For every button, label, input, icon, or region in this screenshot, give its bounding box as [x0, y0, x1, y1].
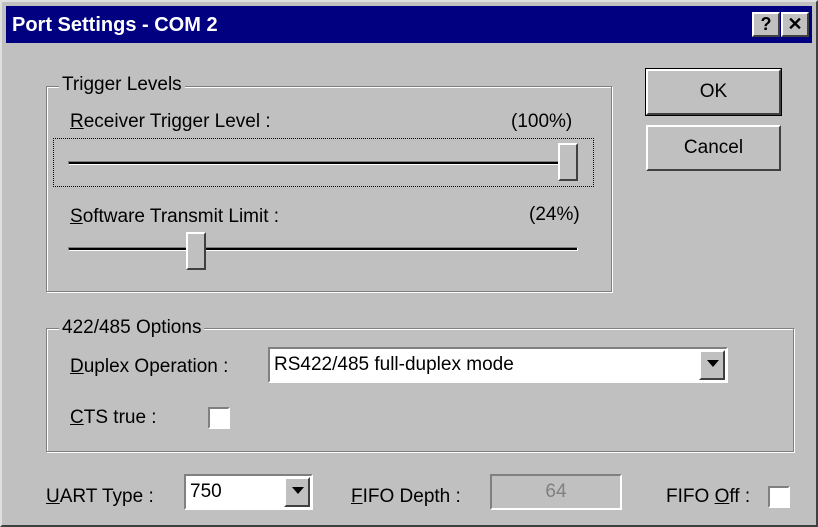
fifo-depth-value: 64	[545, 481, 567, 502]
transmit-slider-track[interactable]	[68, 247, 578, 251]
duplex-operation-dropdown[interactable]: RS422/485 full-duplex mode	[268, 347, 728, 383]
close-icon: ✕	[787, 14, 803, 34]
receiver-trigger-label: Receiver Trigger Level :	[70, 111, 271, 133]
close-button[interactable]: ✕	[781, 12, 809, 37]
fifo-depth-label: FIFO Depth :	[351, 486, 461, 508]
uart-accel-key: U	[46, 486, 60, 507]
cancel-button-label: Cancel	[683, 137, 744, 158]
transmit-slider-thumb[interactable]	[185, 232, 206, 270]
duplex-accel-key: D	[70, 356, 84, 377]
options-422-485-legend: 422/485 Options	[59, 317, 205, 339]
receiver-label-text: eceiver Trigger Level :	[83, 111, 271, 132]
transmit-limit-label: Software Transmit Limit :	[70, 206, 279, 228]
cts-true-checkbox[interactable]	[208, 407, 230, 429]
uart-type-dropdown[interactable]: 750	[184, 474, 313, 510]
duplex-dropdown-button[interactable]	[699, 350, 725, 380]
transmit-accel-key: S	[70, 206, 83, 227]
fifo-depth-accel-key: F	[351, 486, 363, 507]
duplex-operation-value: RS422/485 full-duplex mode	[274, 354, 514, 375]
cts-accel-key: C	[70, 407, 84, 428]
fifo-off-checkbox[interactable]	[768, 486, 790, 508]
help-icon: ?	[760, 14, 772, 34]
uart-label-text: ART Type :	[59, 486, 154, 507]
uart-type-value: 750	[190, 481, 222, 502]
fifo-off-label-prefix: FIFO	[666, 486, 715, 507]
cts-label-text: TS true :	[83, 407, 157, 428]
window-title: Port Settings - COM 2	[12, 14, 218, 36]
fifo-depth-field[interactable]: 64	[490, 474, 622, 510]
receiver-slider-thumb[interactable]	[558, 143, 578, 181]
duplex-label-text: uplex Operation :	[83, 356, 229, 377]
receiver-trigger-value: (100%)	[511, 111, 573, 132]
duplex-operation-label: Duplex Operation :	[70, 356, 228, 378]
transmit-limit-value: (24%)	[529, 204, 580, 225]
help-button[interactable]: ?	[752, 12, 780, 37]
chevron-down-icon	[707, 360, 719, 367]
title-bar[interactable]: Port Settings - COM 2 ? ✕	[6, 6, 812, 43]
ok-button-label: OK	[699, 81, 728, 102]
receiver-accel-key: R	[70, 111, 84, 132]
receiver-slider-track[interactable]	[68, 161, 578, 165]
chevron-down-icon	[292, 487, 304, 494]
port-settings-dialog: Port Settings - COM 2 ? ✕ Trigger Levels…	[0, 0, 818, 527]
fifo-off-accel-key: O	[714, 486, 730, 507]
fifo-off-label-text: ff :	[729, 486, 751, 507]
uart-dropdown-button[interactable]	[284, 477, 310, 507]
fifo-off-label: FIFO Off :	[666, 486, 750, 508]
transmit-label-text: oftware Transmit Limit :	[82, 206, 280, 227]
uart-type-label: UART Type :	[46, 486, 154, 508]
ok-button[interactable]: OK	[645, 68, 782, 116]
cts-true-label: CTS true :	[70, 407, 157, 429]
cancel-button[interactable]: Cancel	[646, 125, 781, 171]
trigger-levels-legend: Trigger Levels	[59, 74, 185, 96]
fifo-depth-label-text: IFO Depth :	[362, 486, 461, 507]
